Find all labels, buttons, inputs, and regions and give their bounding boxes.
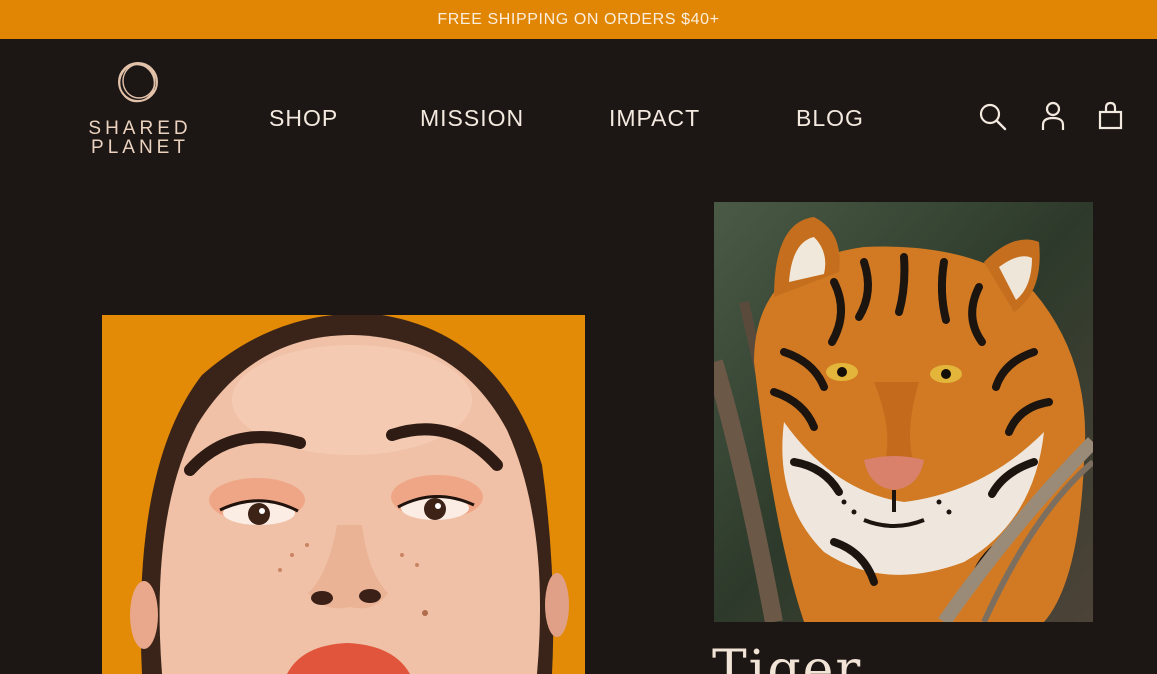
brand-logo[interactable]: SHARED PLANET bbox=[82, 59, 194, 159]
promo-bar: FREE SHIPPING ON ORDERS $40+ bbox=[0, 0, 1157, 39]
rings-logo-icon bbox=[118, 62, 158, 103]
tiger-image bbox=[714, 202, 1093, 622]
feature-title: Tiger bbox=[712, 640, 863, 674]
search-icon bbox=[979, 103, 1007, 131]
nav-item-blog[interactable]: BLOG bbox=[796, 105, 864, 132]
model-portrait-image bbox=[102, 315, 585, 674]
search-button[interactable] bbox=[978, 100, 1008, 132]
nav-item-impact[interactable]: IMPACT bbox=[609, 105, 700, 132]
site-header: SHARED PLANET SHOP MISSION IMPACT BLOG bbox=[0, 39, 1157, 179]
cart-button[interactable] bbox=[1096, 100, 1126, 132]
tiger-illustration bbox=[714, 202, 1093, 622]
nav-item-shop[interactable]: SHOP bbox=[269, 105, 338, 132]
promo-text: FREE SHIPPING ON ORDERS $40+ bbox=[437, 10, 720, 28]
portrait-illustration bbox=[102, 315, 585, 674]
brand-wordmark: SHARED PLANET bbox=[82, 119, 194, 157]
cart-icon bbox=[1098, 101, 1123, 130]
account-icon bbox=[1041, 101, 1065, 130]
nav-item-mission[interactable]: MISSION bbox=[420, 105, 524, 132]
brand-line-2: PLANET bbox=[91, 137, 189, 158]
brand-line-1: SHARED bbox=[88, 118, 192, 139]
account-button[interactable] bbox=[1038, 100, 1068, 132]
